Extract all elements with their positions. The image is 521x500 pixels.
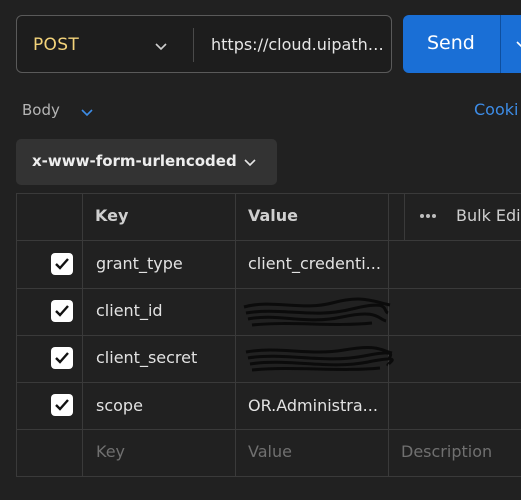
row-key[interactable]: scope xyxy=(96,396,231,415)
send-split-divider xyxy=(500,15,501,73)
row-checkbox[interactable] xyxy=(51,253,73,275)
encoding-label: x-www-form-urlencoded xyxy=(32,152,237,170)
send-button[interactable]: Send xyxy=(403,15,521,73)
bulk-edit-button[interactable]: Bulk Edi xyxy=(456,206,521,225)
row-checkbox[interactable] xyxy=(51,394,73,416)
table-border xyxy=(16,240,521,241)
table-border xyxy=(16,429,521,430)
send-label: Send xyxy=(427,32,475,54)
new-description-input[interactable]: Description xyxy=(401,442,492,461)
header-key: Key xyxy=(95,206,129,225)
chevron-down-icon[interactable] xyxy=(153,38,169,54)
redaction-scribble xyxy=(245,346,394,372)
check-icon xyxy=(55,258,69,270)
table-border xyxy=(404,193,405,240)
table-border xyxy=(82,193,83,477)
row-checkbox[interactable] xyxy=(51,347,73,369)
check-icon xyxy=(55,399,69,411)
request-bar: POST https://cloud.uipath.c... xyxy=(16,15,392,73)
new-key-input[interactable]: Key xyxy=(96,442,125,461)
header-value: Value xyxy=(248,206,299,225)
method-url-divider xyxy=(193,28,194,62)
table-border xyxy=(16,193,521,194)
table-border xyxy=(16,335,521,336)
new-value-input[interactable]: Value xyxy=(248,442,292,461)
chevron-down-icon xyxy=(244,159,256,167)
table-border xyxy=(16,476,521,477)
table-border xyxy=(235,193,236,477)
row-value[interactable]: client_credenti... xyxy=(248,254,386,273)
table-border xyxy=(388,193,389,477)
check-icon xyxy=(55,305,69,317)
row-key[interactable]: grant_type xyxy=(96,254,231,273)
table-border xyxy=(16,193,17,477)
cookies-link[interactable]: Cooki xyxy=(474,100,518,119)
params-table: Key Value Bulk Edi grant_type client_cre… xyxy=(16,193,521,483)
table-border xyxy=(16,288,521,289)
row-checkbox[interactable] xyxy=(51,300,73,322)
row-value[interactable]: OR.Administra... xyxy=(248,396,386,415)
url-input[interactable]: https://cloud.uipath.c... xyxy=(211,35,386,54)
row-key[interactable]: client_id xyxy=(96,301,231,320)
body-encoding-select[interactable]: x-www-form-urlencoded xyxy=(16,139,277,185)
chevron-down-icon[interactable] xyxy=(515,37,521,51)
check-icon xyxy=(55,352,69,364)
more-icon[interactable] xyxy=(419,212,437,220)
row-key[interactable]: client_secret xyxy=(96,348,231,367)
chevron-down-icon[interactable] xyxy=(79,104,95,120)
redaction-scribble xyxy=(243,297,391,327)
body-tab[interactable]: Body xyxy=(22,101,60,119)
method-select[interactable]: POST xyxy=(33,35,79,55)
table-border xyxy=(16,382,521,383)
